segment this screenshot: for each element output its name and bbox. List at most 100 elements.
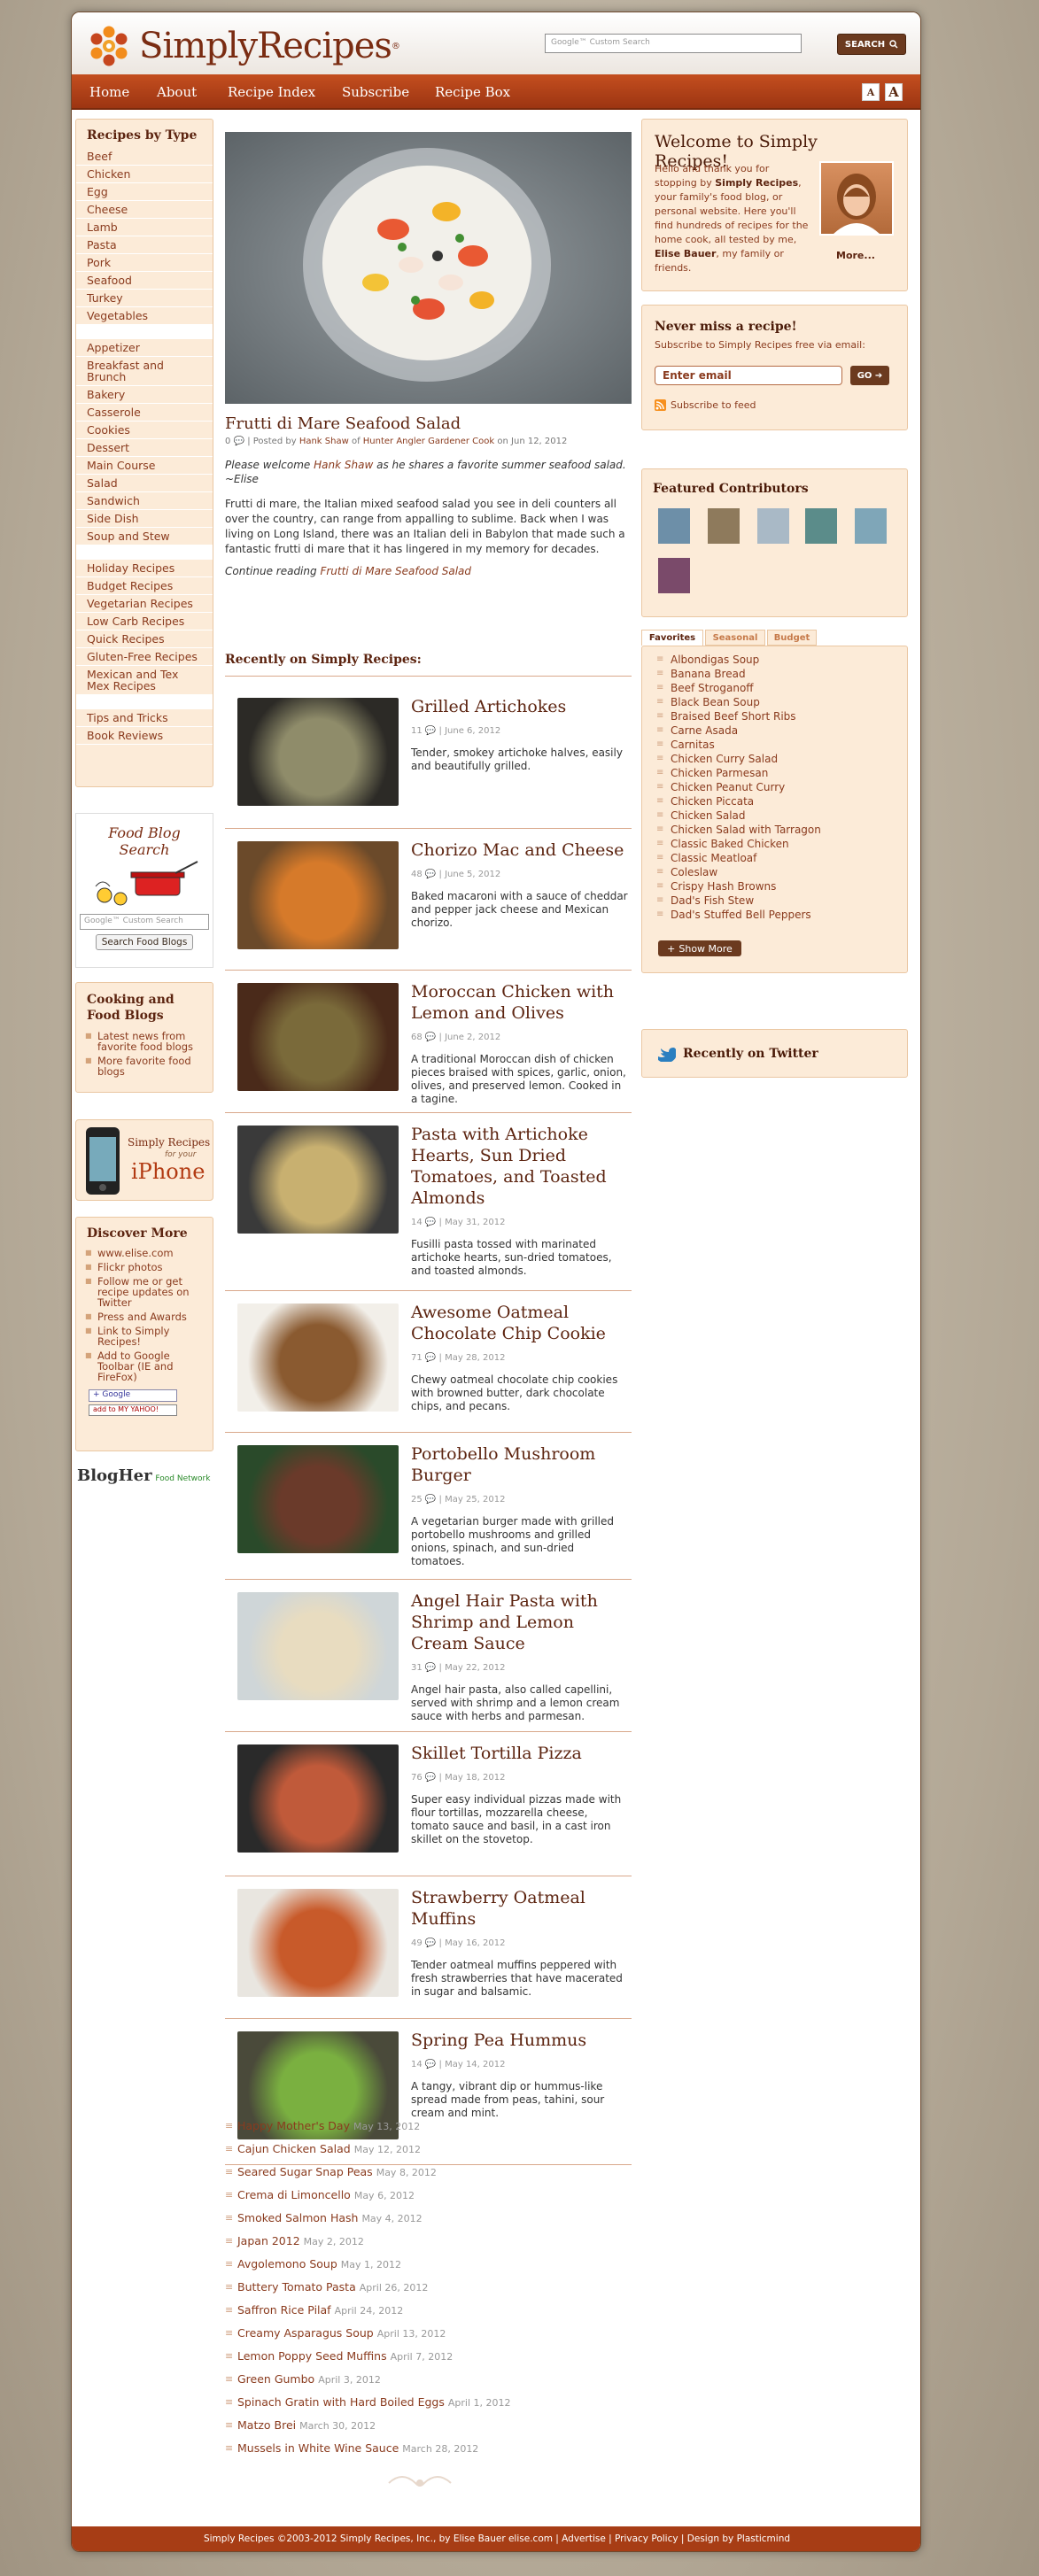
favorite-recipe-link[interactable]: Banana Bread [655,667,907,681]
tab-budget[interactable]: Budget [767,630,817,646]
contributor-avatar[interactable] [708,508,740,544]
sidebar-item-category[interactable]: Mexican and Tex Mex Recipes [76,666,213,695]
older-post-link[interactable]: Buttery Tomato Pasta [237,2280,356,2294]
favorite-recipe-link[interactable]: Dad's Fish Stew [655,893,907,908]
sidebar-item-category[interactable]: Tips and Tricks [76,709,213,727]
contributor-avatar[interactable] [658,558,690,593]
older-post-link[interactable]: Happy Mother's Day [237,2119,350,2132]
featured-comment-count[interactable]: 0 [225,437,230,446]
sidebar-item-category[interactable]: Beef [76,148,213,166]
discover-link[interactable]: Add to Google Toolbar (IE and FireFox) [83,1349,205,1384]
older-post-link[interactable]: Lemon Poppy Seed Muffins [237,2349,387,2363]
cooking-blog-link[interactable]: Latest news from favorite food blogs [83,1029,205,1054]
sidebar-item-category[interactable]: Pork [76,254,213,272]
recent-post-thumbnail[interactable] [237,1445,399,1553]
favorite-recipe-link[interactable]: Classic Baked Chicken [655,837,907,851]
sidebar-item-category[interactable]: Main Course [76,457,213,475]
sidebar-item-category[interactable]: Vegetables [76,307,213,325]
site-link[interactable]: Hunter Angler Gardener Cook [363,437,494,446]
comment-count[interactable]: 71 [411,1353,423,1363]
older-post-link[interactable]: Crema di Limoncello [237,2188,351,2201]
comment-count[interactable]: 68 [411,1033,423,1042]
font-larger-button[interactable]: A [885,83,903,101]
discover-link[interactable]: Press and Awards [83,1310,205,1324]
older-post-link[interactable]: Creamy Asparagus Soup [237,2326,374,2340]
favorite-recipe-link[interactable]: Chicken Salad with Tarragon [655,823,907,837]
nav-home[interactable]: Home [89,84,129,100]
recent-post-thumbnail[interactable] [237,1126,399,1234]
recent-post-title[interactable]: Awesome Oatmeal Chocolate Chip Cookie [411,1302,628,1344]
sidebar-item-category[interactable]: Lamb [76,219,213,236]
favorite-recipe-link[interactable]: Chicken Curry Salad [655,752,907,766]
older-post-link[interactable]: Spinach Gratin with Hard Boiled Eggs [237,2395,445,2409]
recent-post-thumbnail[interactable] [237,698,399,806]
sidebar-item-category[interactable]: Dessert [76,439,213,457]
nav-recipe-box[interactable]: Recipe Box [435,84,510,100]
sidebar-item-category[interactable]: Cheese [76,201,213,219]
comment-count[interactable]: 48 [411,870,423,879]
sidebar-item-category[interactable]: Low Carb Recipes [76,613,213,630]
favorite-recipe-link[interactable]: Beef Stroganoff [655,681,907,695]
iphone-app-banner[interactable]: Simply Recipes for your iPhone [75,1119,213,1201]
contributor-avatar[interactable] [658,508,690,544]
sidebar-item-category[interactable]: Cookies [76,422,213,439]
author-link[interactable]: Hank Shaw [299,437,349,446]
recent-post-thumbnail[interactable] [237,1592,399,1700]
discover-link[interactable]: www.elise.com [83,1246,205,1260]
favorite-recipe-link[interactable]: Chicken Parmesan [655,766,907,780]
email-input[interactable]: Enter email [655,366,842,385]
intro-author-link[interactable]: Hank Shaw [314,459,373,471]
older-post-link[interactable]: Smoked Salmon Hash [237,2211,358,2224]
recent-post-thumbnail[interactable] [237,983,399,1091]
sidebar-item-category[interactable]: Salad [76,475,213,492]
tab-favorites[interactable]: Favorites [641,630,703,646]
comment-count[interactable]: 49 [411,1938,423,1948]
sidebar-item-category[interactable]: Egg [76,183,213,201]
recent-post-title[interactable]: Pasta with Artichoke Hearts, Sun Dried T… [411,1124,628,1209]
tab-seasonal[interactable]: Seasonal [705,630,765,646]
recent-post-thumbnail[interactable] [237,1303,399,1412]
subscribe-feed-link[interactable]: Subscribe to feed [655,399,756,411]
favorite-recipe-link[interactable]: Braised Beef Short Ribs [655,709,907,723]
comment-count[interactable]: 25 [411,1495,423,1505]
sidebar-item-category[interactable]: Pasta [76,236,213,254]
older-post-link[interactable]: Matzo Brei [237,2418,296,2432]
nav-subscribe[interactable]: Subscribe [342,84,409,100]
sidebar-item-category[interactable]: Sandwich [76,492,213,510]
contributor-avatar[interactable] [805,508,837,544]
favorite-recipe-link[interactable]: Carnitas [655,738,907,752]
recent-post-thumbnail[interactable] [237,841,399,949]
older-post-link[interactable]: Japan 2012 [237,2234,300,2247]
continue-reading-link[interactable]: Frutti di Mare Seafood Salad [320,565,471,577]
recent-post-title[interactable]: Strawberry Oatmeal Muffins [411,1887,628,1930]
older-post-link[interactable]: Green Gumbo [237,2372,314,2386]
sidebar-item-category[interactable]: Book Reviews [76,727,213,745]
recent-post-title[interactable]: Skillet Tortilla Pizza [411,1743,628,1764]
font-smaller-button[interactable]: A [862,83,880,101]
recent-post-title[interactable]: Spring Pea Hummus [411,2030,628,2051]
sidebar-item-category[interactable]: Budget Recipes [76,577,213,595]
sidebar-item-category[interactable]: Quick Recipes [76,630,213,648]
sidebar-item-category[interactable]: Seafood [76,272,213,290]
older-post-link[interactable]: Cajun Chicken Salad [237,2142,351,2155]
comment-count[interactable]: 14 [411,1218,423,1227]
add-to-yahoo-button[interactable]: add to MY YAHOO! [89,1404,177,1416]
subscribe-go-button[interactable]: GO ➔ [850,366,889,385]
favorite-recipe-link[interactable]: Chicken Peanut Curry [655,780,907,794]
older-post-link[interactable]: Mussels in White Wine Sauce [237,2441,399,2455]
favorite-recipe-link[interactable]: Classic Meatloaf [655,851,907,865]
featured-image[interactable] [225,132,632,404]
recent-post-thumbnail[interactable] [237,1744,399,1853]
search-button[interactable]: SEARCH [837,34,906,55]
favorite-recipe-link[interactable]: Albondigas Soup [655,653,907,667]
sidebar-item-category[interactable]: Soup and Stew [76,528,213,545]
comment-count[interactable]: 14 [411,2060,423,2069]
nav-recipe-index[interactable]: Recipe Index [228,84,315,100]
food-blog-search-input[interactable]: Google™ Custom Search [80,914,209,930]
show-more-button[interactable]: + Show More [658,940,741,956]
older-post-link[interactable]: Seared Sugar Snap Peas [237,2165,373,2178]
recent-post-title[interactable]: Portobello Mushroom Burger [411,1443,628,1486]
discover-link[interactable]: Follow me or get recipe updates on Twitt… [83,1274,205,1310]
sidebar-item-category[interactable]: Gluten-Free Recipes [76,648,213,666]
favorite-recipe-link[interactable]: Crispy Hash Browns [655,879,907,893]
